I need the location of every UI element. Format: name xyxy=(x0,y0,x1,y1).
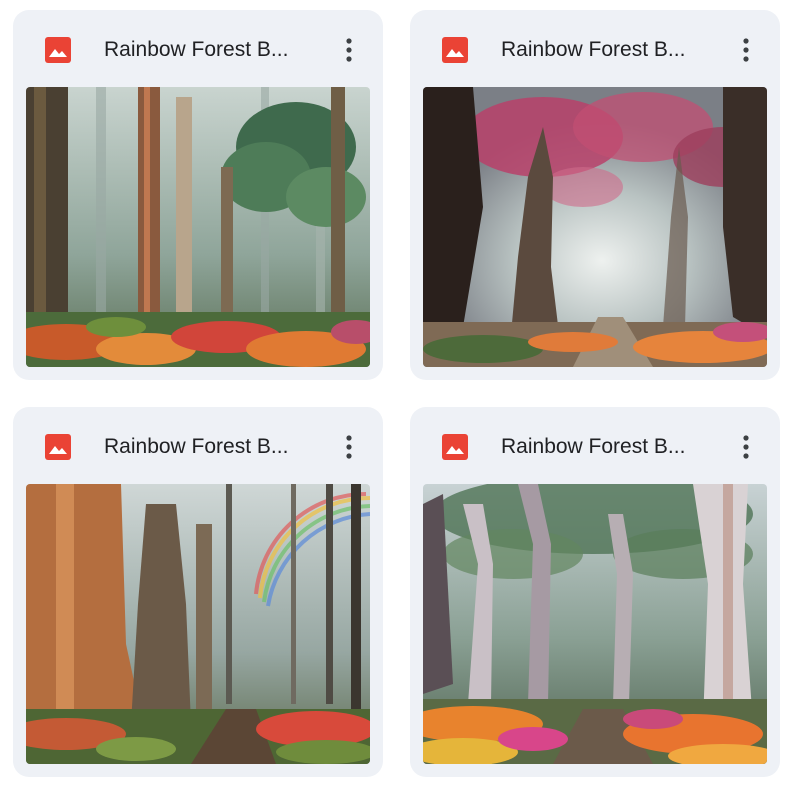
file-title[interactable]: Rainbow Forest B... xyxy=(501,36,716,64)
forest-image xyxy=(423,484,767,764)
file-card[interactable]: Rainbow Forest B... xyxy=(410,407,780,777)
more-vert-icon xyxy=(743,435,749,459)
file-thumbnail[interactable] xyxy=(26,484,370,764)
file-card-header: Rainbow Forest B... xyxy=(13,10,383,88)
file-card[interactable]: Rainbow Forest B... xyxy=(410,10,780,380)
file-title[interactable]: Rainbow Forest B... xyxy=(501,433,716,461)
file-card-header: Rainbow Forest B... xyxy=(410,407,780,485)
forest-image xyxy=(26,87,370,367)
more-options-button[interactable] xyxy=(335,32,363,68)
file-card[interactable]: Rainbow Forest B... xyxy=(13,10,383,380)
more-options-button[interactable] xyxy=(732,429,760,465)
more-vert-icon xyxy=(346,38,352,62)
more-vert-icon xyxy=(743,38,749,62)
more-options-button[interactable] xyxy=(732,32,760,68)
more-vert-icon xyxy=(346,435,352,459)
file-thumbnail[interactable] xyxy=(423,87,767,367)
file-card[interactable]: Rainbow Forest B... xyxy=(13,407,383,777)
file-thumbnail[interactable] xyxy=(26,87,370,367)
image-file-icon xyxy=(45,434,71,460)
file-title[interactable]: Rainbow Forest B... xyxy=(104,433,319,461)
image-file-icon xyxy=(45,37,71,63)
file-title[interactable]: Rainbow Forest B... xyxy=(104,36,319,64)
image-file-icon xyxy=(442,37,468,63)
file-thumbnail[interactable] xyxy=(423,484,767,764)
forest-image xyxy=(423,87,767,367)
more-options-button[interactable] xyxy=(335,429,363,465)
image-file-icon xyxy=(442,434,468,460)
file-card-header: Rainbow Forest B... xyxy=(13,407,383,485)
file-grid: Rainbow Forest B... Rainbow Forest B... … xyxy=(0,0,802,794)
file-card-header: Rainbow Forest B... xyxy=(410,10,780,88)
forest-image xyxy=(26,484,370,764)
